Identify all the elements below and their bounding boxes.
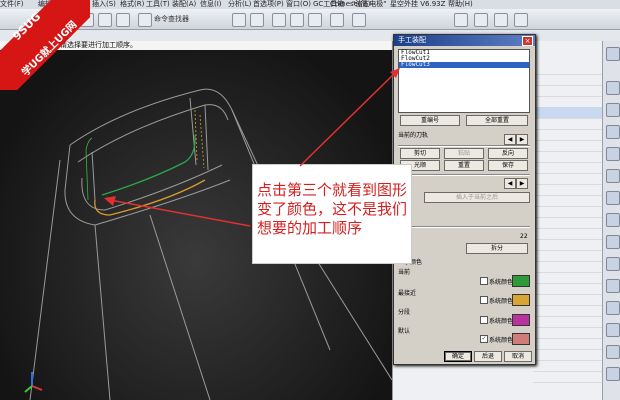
shaded-icon[interactable] — [290, 13, 304, 27]
history-icon[interactable] — [606, 169, 620, 183]
color-label-default: 默认 — [398, 328, 411, 335]
system-color-label: 系统颜色 — [489, 318, 514, 325]
window-icon[interactable] — [494, 13, 508, 27]
system-color-checkbox-current[interactable] — [480, 277, 488, 285]
menu-edit[interactable]: 编辑(E) — [38, 0, 62, 9]
system-color-checkbox-nearest[interactable] — [480, 296, 488, 304]
renumber-button[interactable]: 重编号 — [400, 115, 460, 126]
assembly-navigator-icon[interactable] — [606, 81, 620, 95]
system-color-label: 系统颜色 — [489, 337, 514, 344]
manufacturing-wizard-icon[interactable] — [606, 323, 620, 337]
current-toolpath-label: 当前的刀轨 — [398, 132, 429, 139]
web-browser-icon[interactable] — [606, 235, 620, 249]
next-arrow-icon[interactable]: ▶ — [516, 178, 528, 189]
color-swatch-nearest[interactable] — [512, 294, 530, 306]
list-item[interactable] — [533, 371, 603, 383]
color-swatch-current[interactable] — [512, 275, 530, 287]
undo-icon[interactable] — [62, 13, 76, 27]
color-swatch-segment[interactable] — [512, 314, 530, 326]
system-color-checkbox-default[interactable]: ✓ — [480, 335, 488, 343]
save-button[interactable]: 保存 — [488, 160, 528, 171]
reverse-button[interactable]: 反向 — [488, 148, 528, 159]
split-button[interactable]: 拆分 — [466, 243, 528, 254]
help-icon[interactable] — [514, 13, 528, 27]
menu-assembly[interactable]: 装配(A) — [172, 0, 196, 9]
divider — [398, 226, 530, 228]
menu-help[interactable]: 帮助(H) — [448, 0, 473, 9]
analysis-icon[interactable] — [606, 345, 620, 359]
segment-count: 22 — [520, 233, 528, 240]
process-studio-icon[interactable] — [606, 301, 620, 315]
fit-view-icon[interactable] — [272, 13, 286, 27]
manual-assembly-dialog: 手工装配 × FlowCut1 FlowCut2 FlowCut3 重编号 全部… — [393, 34, 536, 365]
menu-analysis[interactable]: 分析(L) — [228, 0, 251, 9]
view-orient-icon[interactable] — [352, 13, 366, 27]
annotation-arrow-1 — [109, 199, 251, 227]
layer-icon[interactable] — [250, 13, 264, 27]
cut-button[interactable]: 剪切 — [400, 148, 440, 159]
menu-electrode[interactable]: "渲五电极" — [352, 0, 386, 9]
next-arrow-icon[interactable]: ▶ — [516, 134, 528, 145]
color-icon[interactable] — [330, 13, 344, 27]
menu-format[interactable]: 格式(R) — [120, 0, 144, 9]
snap-icon[interactable] — [474, 13, 488, 27]
menu-info[interactable]: 信息(I) — [200, 0, 222, 9]
pin-icon[interactable] — [606, 47, 620, 61]
copy-icon[interactable] — [80, 13, 94, 27]
reset-all-button[interactable]: 全部重置 — [466, 115, 528, 126]
visual-report-icon[interactable] — [606, 367, 620, 381]
paste-button[interactable]: 粘贴 — [444, 148, 484, 159]
system-color-label: 系统颜色 — [489, 298, 514, 305]
main-toolbar: 命令查找器 — [0, 9, 620, 30]
color-swatch-default[interactable] — [512, 333, 530, 345]
divider — [398, 145, 530, 147]
menu-file[interactable]: 文件(F) — [0, 0, 24, 9]
color-label-segment: 分段 — [398, 309, 411, 316]
system-materials-icon[interactable] — [606, 279, 620, 293]
measure-icon[interactable] — [454, 13, 468, 27]
ok-button[interactable]: 确定 — [444, 351, 472, 362]
resource-bar — [602, 41, 620, 400]
toolpath-listbox[interactable]: FlowCut1 FlowCut2 FlowCut3 — [398, 49, 530, 113]
insert-after-button[interactable]: 插入于当前之后 — [424, 192, 530, 203]
menu-insert[interactable]: 插入(S) — [92, 0, 116, 9]
menu-window[interactable]: 窗口(O) — [286, 0, 311, 9]
part-navigator-icon[interactable] — [606, 103, 620, 117]
annotation-text: 点击第三个就看到图形变了颜色，这不是我们想要的加工顺序 — [257, 181, 408, 237]
menu-tools[interactable]: 工具(T) — [146, 0, 170, 9]
redo-icon[interactable] — [98, 13, 112, 27]
reset-button[interactable]: 重置 — [444, 160, 484, 171]
back-button[interactable]: 后退 — [474, 351, 502, 362]
menu-preferences[interactable]: 首选项(P) — [253, 0, 284, 9]
color-label-current: 当前 — [398, 269, 411, 276]
roles-icon[interactable] — [606, 191, 620, 205]
delete-icon[interactable] — [116, 13, 130, 27]
divider — [398, 174, 530, 176]
prev-arrow-icon[interactable]: ◀ — [504, 134, 516, 145]
dialog-title: 手工装配 — [398, 36, 426, 44]
color-label-nearest: 最接近 — [398, 290, 417, 297]
palette-icon[interactable] — [606, 257, 620, 271]
select-icon[interactable] — [232, 13, 246, 27]
list-item[interactable]: FlowCut3 — [399, 62, 529, 68]
operation-navigator-icon[interactable] — [606, 125, 620, 139]
system-color-checkbox-segment[interactable] — [480, 316, 488, 324]
menu-view[interactable]: 视图(V) — [66, 0, 90, 9]
wcs-triad-icon — [24, 372, 43, 393]
machine-navigator-icon[interactable] — [606, 147, 620, 161]
display-mode-icon[interactable] — [308, 13, 322, 27]
dialog-titlebar[interactable]: 手工装配 × — [394, 35, 535, 46]
command-finder-label[interactable]: 命令查找器 — [154, 14, 189, 24]
close-icon[interactable]: × — [522, 36, 533, 46]
system-color-label: 系统颜色 — [489, 279, 514, 286]
annotation-box: 点击第三个就看到图形变了颜色，这不是我们想要的加工顺序 — [252, 164, 412, 264]
reuse-library-icon[interactable] — [606, 213, 620, 227]
cancel-button[interactable]: 取消 — [504, 351, 532, 362]
cue-text: 请选择要进行加工顺序。 — [60, 41, 137, 49]
prev-arrow-icon[interactable]: ◀ — [504, 178, 516, 189]
menu-plugin[interactable]: 星空外挂 V6.93Z — [390, 0, 445, 9]
command-finder-icon[interactable] — [138, 13, 152, 27]
